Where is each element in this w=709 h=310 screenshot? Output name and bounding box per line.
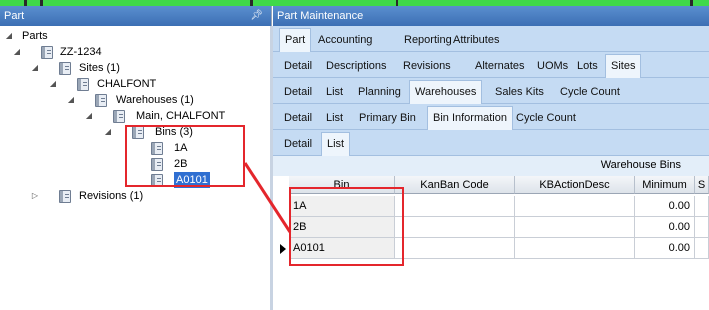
grid-cell[interactable] [695, 217, 709, 238]
tab-list[interactable]: List [321, 81, 348, 103]
grid-cell[interactable] [395, 217, 515, 238]
collapse-icon[interactable]: ◢ [48, 76, 58, 92]
tree-node-label[interactable]: CHALFONT [97, 76, 156, 92]
part-panel-title-bar: Part 📌︎ [0, 6, 271, 26]
annotation-box-tree [125, 125, 245, 187]
collapse-icon[interactable]: ◢ [30, 60, 40, 76]
collapse-icon[interactable]: ◢ [12, 44, 22, 60]
tab-detail[interactable]: Detail [279, 107, 317, 129]
tab-row: Part Accounting Reporting Attributes [273, 26, 709, 52]
annotation-box-grid [289, 187, 404, 266]
expand-icon[interactable]: ▷ [30, 188, 40, 204]
tab-alternates[interactable]: Alternates [470, 55, 530, 77]
tab-row: Detail List Planning Warehouses Sales Kits Cy… [273, 78, 709, 104]
tab-attributes[interactable]: Attributes [448, 29, 504, 51]
folder-book-icon [77, 78, 89, 91]
tab-bin-information[interactable]: Bin Information [427, 106, 513, 130]
grid-cell[interactable] [395, 238, 515, 259]
tree-node-label[interactable]: Parts [22, 28, 48, 44]
column-header[interactable]: KBActionDesc [515, 176, 635, 194]
tab-part[interactable]: Part [279, 28, 312, 52]
tree-node[interactable]: ◢ Sites (1) [0, 60, 270, 76]
collapse-icon[interactable]: ◢ [4, 28, 14, 44]
panel-title: Part [4, 10, 25, 22]
column-header[interactable]: KanBan Code [395, 176, 515, 194]
grid-cell[interactable]: 0.00 [635, 217, 695, 238]
tree-node-label[interactable]: ZZ-1234 [60, 44, 102, 60]
row-pointer-icon [280, 244, 286, 254]
grid-cell[interactable]: 0.00 [635, 196, 695, 217]
tab-row: Detail List Primary Bin Bin Information Cycl… [273, 104, 709, 130]
collapse-icon[interactable]: ◢ [84, 108, 94, 124]
tab-lots[interactable]: Lots [572, 55, 603, 77]
tab-detail[interactable]: Detail [279, 81, 317, 103]
tab-revisions[interactable]: Revisions [398, 55, 456, 77]
grid-cell[interactable] [515, 238, 635, 259]
tree-node-label[interactable]: Warehouses (1) [116, 92, 194, 108]
folder-book-icon [113, 110, 125, 123]
grid-cell[interactable] [515, 196, 635, 217]
folder-book-icon [41, 46, 53, 59]
grid-cell[interactable] [695, 196, 709, 217]
current-row-indicator-icon [279, 238, 286, 259]
grid-cell[interactable] [515, 217, 635, 238]
column-header[interactable]: Minimum [635, 176, 695, 194]
tab-descriptions[interactable]: Descriptions [321, 55, 392, 77]
tab-list[interactable]: List [321, 107, 348, 129]
tab-detail[interactable]: Detail [279, 55, 317, 77]
folder-book-icon [59, 190, 71, 203]
folder-book-icon [95, 94, 107, 107]
tab-detail[interactable]: Detail [279, 133, 317, 155]
tab-primary-bin[interactable]: Primary Bin [354, 107, 421, 129]
tree-node-label[interactable]: Sites (1) [79, 60, 120, 76]
tab-planning[interactable]: Planning [353, 81, 406, 103]
tree-node[interactable]: ▷ Revisions (1) [0, 188, 270, 204]
tree-node[interactable]: ◢ Warehouses (1) [0, 92, 270, 108]
tab-cycle-count[interactable]: Cycle Count [555, 81, 625, 103]
folder-book-icon [59, 62, 71, 75]
part-maintenance-title: Part Maintenance [273, 6, 709, 26]
collapse-icon[interactable]: ◢ [66, 92, 76, 108]
warehouse-bins-header: Warehouse Bins [273, 156, 709, 176]
tree-node-label[interactable]: Revisions (1) [79, 188, 143, 204]
tree-node[interactable]: ◢ ZZ-1234 [0, 44, 270, 60]
warehouse-bins-title: Warehouse Bins [600, 159, 681, 171]
tab-sales-kits[interactable]: Sales Kits [490, 81, 549, 103]
tab-list[interactable]: List [321, 132, 351, 156]
tab-row: Detail Descriptions Revisions Alternates UOM… [273, 52, 709, 78]
pin-icon[interactable]: 📌︎ [250, 6, 263, 26]
tab-uoms[interactable]: UOMs [532, 55, 573, 77]
tab-sites[interactable]: Sites [605, 54, 642, 78]
tree-node[interactable]: ◢ Parts [0, 28, 270, 44]
tab-row: Detail List [273, 130, 709, 156]
tab-accounting[interactable]: Accounting [313, 29, 377, 51]
tab-cycle-count[interactable]: Cycle Count [511, 107, 581, 129]
grid-cell[interactable] [395, 196, 515, 217]
tree-node[interactable]: ◢ CHALFONT [0, 76, 270, 92]
grid-cell[interactable] [695, 238, 709, 259]
grid-cell[interactable]: 0.00 [635, 238, 695, 259]
tab-warehouses[interactable]: Warehouses [409, 80, 483, 104]
column-header[interactable]: S [695, 176, 709, 194]
tree-node[interactable]: ◢ Main, CHALFONT [0, 108, 270, 124]
collapse-icon[interactable]: ◢ [103, 124, 113, 140]
tree-node-label[interactable]: Main, CHALFONT [136, 108, 225, 124]
